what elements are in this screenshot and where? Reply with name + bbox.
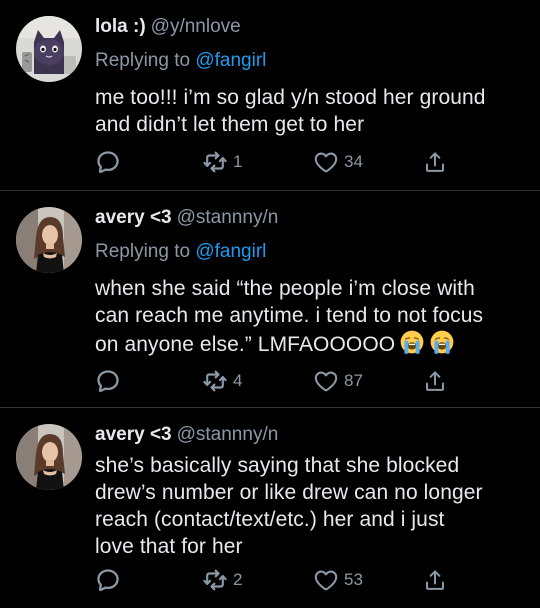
tweet-header: lola :) @y/nnlove	[95, 14, 528, 40]
woman-portrait-avatar-icon	[16, 424, 82, 490]
tweet-text-line: can reach me anytime. i tend to not focu…	[95, 304, 484, 327]
crying-face-emoji-icon	[399, 329, 425, 362]
display-name[interactable]: avery <3	[95, 207, 172, 228]
retweet-icon	[202, 368, 228, 394]
like-count: 53	[344, 570, 363, 589]
reply-button[interactable]	[95, 148, 121, 176]
tweet-text-line: drew’s number or like drew can no longer	[95, 481, 483, 504]
display-name[interactable]: avery <3	[95, 424, 172, 445]
like-count: 87	[344, 371, 363, 390]
retweet-icon	[202, 149, 228, 175]
cat-plush-avatar-icon	[16, 16, 82, 82]
tweet-content: avery <3 @stannny/n Replying to @fangirl …	[95, 205, 528, 362]
mention-link[interactable]: @fangirl	[195, 241, 266, 262]
username[interactable]: @y/nnlove	[151, 16, 241, 37]
retweet-count: 1	[233, 152, 243, 171]
tweet-actions: 4 87	[95, 367, 455, 395]
reply-button[interactable]	[95, 367, 121, 395]
retweet-count: 4	[233, 371, 243, 390]
tweet[interactable]: lola :) @y/nnlove Replying to @fangirl me…	[0, 0, 540, 190]
tweet-text: when she said “the people i’m close with…	[95, 275, 528, 362]
reply-icon	[95, 567, 121, 593]
tweet-text: me too!!! i’m so glad y/n stood her grou…	[95, 84, 528, 138]
tweet-text: she’s basically saying that she blocked …	[95, 452, 528, 560]
tweet-header: avery <3 @stannny/n	[95, 422, 528, 448]
tweet[interactable]: avery <3 @stannny/n she’s basically sayin…	[0, 408, 540, 608]
retweet-button[interactable]: 2	[202, 566, 242, 594]
tweet-text-line: reach (contact/text/etc.) her and i just	[95, 508, 445, 531]
heart-icon	[313, 567, 339, 593]
tweet-actions: 2 53	[95, 566, 455, 594]
reply-icon	[95, 368, 121, 394]
display-name[interactable]: lola :)	[95, 16, 146, 37]
tweet-text-line: on anyone else.” LMFAOOOOO	[95, 329, 528, 362]
like-button[interactable]: 87	[313, 367, 363, 395]
share-icon	[423, 150, 447, 174]
like-button[interactable]: 34	[313, 148, 363, 176]
like-count: 34	[344, 152, 363, 171]
share-icon	[423, 369, 447, 393]
replying-to: Replying to @fangirl	[95, 48, 528, 74]
reply-button[interactable]	[95, 566, 121, 594]
heart-icon	[313, 368, 339, 394]
replying-to-label: Replying to	[95, 50, 191, 71]
like-button[interactable]: 53	[313, 566, 363, 594]
tweet-header: avery <3 @stannny/n	[95, 205, 528, 231]
tweet-content: avery <3 @stannny/n she’s basically sayin…	[95, 422, 528, 560]
heart-icon	[313, 149, 339, 175]
retweet-button[interactable]: 4	[202, 367, 242, 395]
tweet-text-line: me too!!! i’m so glad y/n stood her grou…	[95, 86, 486, 109]
tweet-actions: 1 34	[95, 148, 455, 176]
retweet-icon	[202, 567, 228, 593]
share-button[interactable]	[423, 148, 447, 176]
reply-icon	[95, 149, 121, 175]
mention-link[interactable]: @fangirl	[195, 50, 266, 71]
tweet-text-line: when she said “the people i’m close with	[95, 277, 475, 300]
share-button[interactable]	[423, 566, 447, 594]
tweet-text-line: and didn’t let them get to her	[95, 113, 365, 136]
avatar[interactable]	[16, 424, 82, 490]
replying-to: Replying to @fangirl	[95, 239, 528, 265]
avatar[interactable]	[16, 16, 82, 82]
username[interactable]: @stannny/n	[177, 207, 279, 228]
share-button[interactable]	[423, 367, 447, 395]
tweet[interactable]: avery <3 @stannny/n Replying to @fangirl …	[0, 191, 540, 407]
share-icon	[423, 568, 447, 592]
replying-to-label: Replying to	[95, 241, 191, 262]
tweet-text-span: on anyone else.” LMFAOOOOO	[95, 333, 396, 356]
retweet-count: 2	[233, 570, 243, 589]
tweet-text-line: she’s basically saying that she blocked	[95, 454, 460, 477]
retweet-button[interactable]: 1	[202, 148, 242, 176]
tweet-content: lola :) @y/nnlove Replying to @fangirl me…	[95, 14, 528, 138]
avatar[interactable]	[16, 207, 82, 273]
woman-portrait-avatar-icon	[16, 207, 82, 273]
username[interactable]: @stannny/n	[177, 424, 279, 445]
crying-face-emoji-icon	[429, 329, 455, 362]
tweet-text-line: love that for her	[95, 535, 243, 558]
